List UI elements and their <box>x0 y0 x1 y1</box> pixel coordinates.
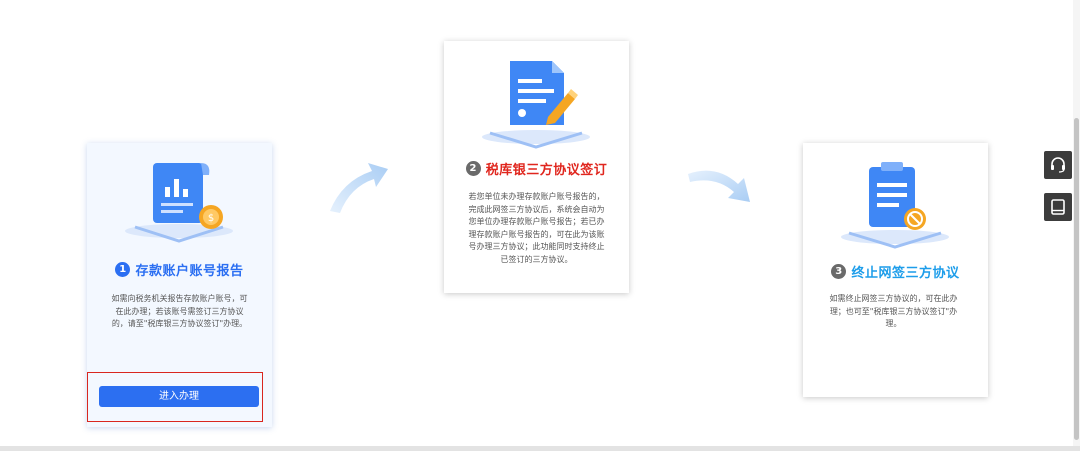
step-title-row: 3 终止网签三方协议 <box>803 262 988 281</box>
description-line: 理。 <box>885 319 902 328</box>
description-line: 完成此网签三方协议后，系统会自动为 <box>468 204 605 214</box>
enter-process-button[interactable]: 进入办理 <box>99 386 259 407</box>
step-title: 税库银三方协议签订 <box>485 163 608 178</box>
step-number-badge: 2 <box>465 161 481 176</box>
vertical-scrollbar-thumb[interactable] <box>1074 118 1079 440</box>
description-line: 您单位办理存款账户账号报告；若已办 <box>468 217 605 226</box>
manual-icon <box>1051 199 1065 215</box>
step-description: 若您单位未办理存款账户账号报告的， 完成此网签三方协议后，系统会自动为 您单位办… <box>452 191 621 266</box>
step-title: 终止网签三方协议 <box>851 266 960 281</box>
step-card-tripartite-agreement-signing[interactable]: 2 税库银三方协议签订 若您单位未办理存款账户账号报告的， 完成此网签三方协议后… <box>444 41 629 293</box>
step-card-terminate-agreement[interactable]: 3 终止网签三方协议 如需终止网签三方协议的，可在此办 理；也可至"税库银三方协… <box>803 143 988 397</box>
agreement-signing-illustration <box>444 57 629 153</box>
step-number-badge: 1 <box>115 262 131 277</box>
step-title-row: 2 税库银三方协议签订 <box>444 159 629 178</box>
step-title: 存款账户账号报告 <box>135 264 244 279</box>
svg-text:$: $ <box>208 213 214 224</box>
headset-icon <box>1051 157 1065 173</box>
user-manual-button[interactable] <box>1044 193 1072 221</box>
step-description: 如需向税务机关报告存款账户账号，可 在此办理；若该账号需签订三方协议 的，请至"… <box>93 293 266 331</box>
step-number-badge: 3 <box>831 264 847 279</box>
description-line: 的，请至"税库银三方协议签订"办理。 <box>111 319 248 328</box>
bottom-divider <box>0 446 1080 451</box>
description-line: 如需终止网签三方协议的，可在此办 <box>829 294 958 303</box>
description-line: 已签订的三方协议。 <box>500 254 573 264</box>
step-title-row: 1 存款账户账号报告 <box>87 260 272 279</box>
terminate-agreement-illustration <box>803 157 988 253</box>
bank-account-report-illustration: $ <box>87 157 272 247</box>
description-line: 在此办理；若该账号需签订三方协议 <box>115 306 244 316</box>
description-line: 号办理三方协议；此功能同时支持终止 <box>468 242 605 251</box>
description-line: 如需向税务机关报告存款账户账号，可 <box>111 294 248 303</box>
flow-arrow-icon <box>688 170 750 202</box>
customer-service-button[interactable] <box>1044 151 1072 179</box>
step-description: 如需终止网签三方协议的，可在此办 理；也可至"税库银三方协议签订"办 理。 <box>809 293 978 331</box>
description-line: 理；也可至"税库银三方协议签订"办 <box>829 306 958 316</box>
description-line: 理存款账户账号报告的，可在此为该账 <box>468 229 605 239</box>
description-line: 若您单位未办理存款账户账号报告的， <box>468 192 605 201</box>
flow-arrow-icon <box>330 163 388 213</box>
